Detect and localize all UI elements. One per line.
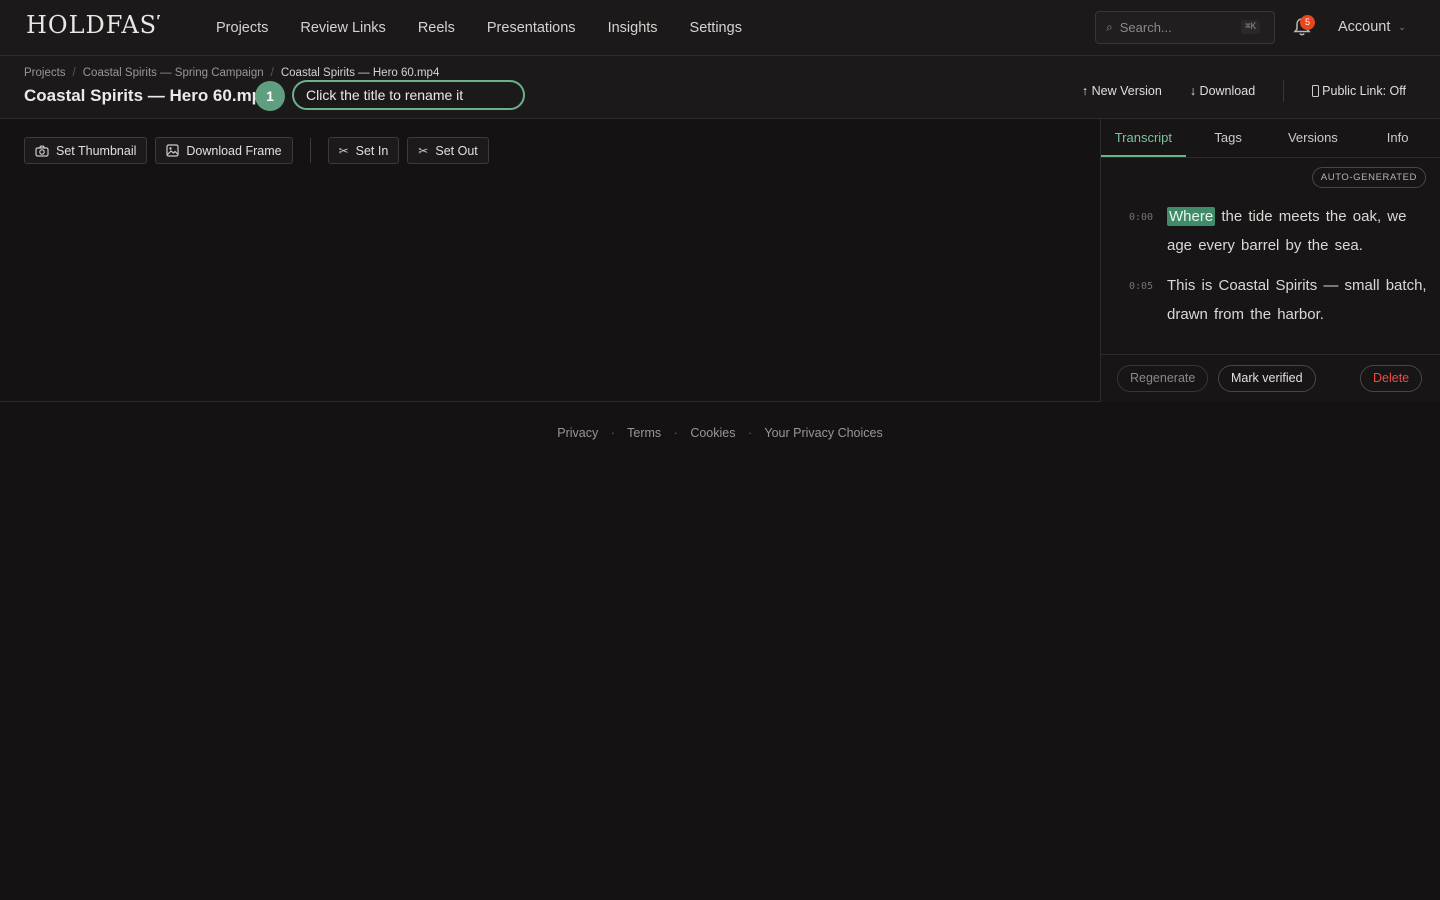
chevron-down-icon: ⌄: [1398, 21, 1406, 32]
footer-link-privacy-choices[interactable]: Your Privacy Choices: [764, 426, 882, 440]
breadcrumb: Projects / Coastal Spirits — Spring Camp…: [24, 67, 439, 79]
tab-transcript[interactable]: Transcript: [1101, 119, 1186, 157]
scissors-icon: ✂: [418, 143, 429, 158]
transcript-list: 0:00 Where the tide meets the oak, we ag…: [1129, 202, 1429, 340]
breadcrumb-current: Coastal Spirits — Hero 60.mp4: [280, 67, 440, 79]
account-label: Account: [1338, 19, 1391, 35]
onboarding-hint: Click the title to rename it: [292, 80, 525, 110]
transcript-text: Where the tide meets the oak, we age eve…: [1167, 202, 1429, 260]
header-actions: ↑ New Version ↓ Download Public Link: Of…: [1082, 80, 1406, 102]
auto-generated-badge: AUTO-GENERATED: [1311, 167, 1426, 188]
footer-separator: ·: [610, 426, 615, 440]
regenerate-button[interactable]: Regenerate: [1117, 365, 1209, 392]
logo-wordmark: HOLDFAST: [26, 11, 173, 39]
set-thumbnail-button[interactable]: Set Thumbnail: [24, 137, 148, 164]
svg-text:HOLDFAST: HOLDFAST: [26, 11, 160, 39]
onboarding-step-badge: 1: [255, 81, 285, 111]
panel-tabs: Transcript Tags Versions Info: [1101, 119, 1440, 158]
tab-versions[interactable]: Versions: [1271, 119, 1356, 157]
breadcrumb-projects[interactable]: Projects: [24, 67, 66, 79]
camera-icon: [35, 145, 49, 157]
asset-title[interactable]: Coastal Spirits — Hero 60.mp4: [24, 86, 272, 106]
main-nav: Projects Review Links Reels Presentation…: [216, 0, 742, 56]
asset-header: Projects / Coastal Spirits — Spring Camp…: [0, 56, 1440, 119]
set-out-label: Set Out: [435, 143, 478, 158]
public-link-toggle[interactable]: Public Link: Off: [1312, 84, 1406, 98]
search-icon: ⌕: [1106, 20, 1113, 34]
download-button[interactable]: ↓ Download: [1190, 84, 1255, 98]
breadcrumb-project[interactable]: Coastal Spirits — Spring Campaign: [83, 67, 264, 79]
transcript-actions: Regenerate Mark verified Delete: [1101, 354, 1440, 402]
set-in-label: Set In: [355, 143, 389, 158]
tab-info[interactable]: Info: [1355, 119, 1440, 157]
footer: Privacy · Terms · Cookies · Your Privacy…: [0, 426, 1440, 440]
footer-link-cookies[interactable]: Cookies: [690, 426, 735, 440]
transcript-timestamp[interactable]: 0:00: [1129, 202, 1167, 260]
footer-separator: ·: [747, 426, 753, 440]
frame-toolbar: Set Thumbnail Download Frame ✂ Set In ✂ …: [24, 137, 489, 164]
toolbar-divider: [309, 138, 311, 163]
mark-verified-button[interactable]: Mark verified: [1218, 365, 1316, 392]
set-thumbnail-label: Set Thumbnail: [56, 143, 137, 158]
breadcrumb-separator: /: [270, 67, 274, 79]
brand-logo[interactable]: HOLDFAST: [26, 10, 173, 40]
footer-link-terms[interactable]: Terms: [627, 426, 661, 440]
footer-separator: ·: [673, 426, 678, 440]
account-menu[interactable]: Account ⌄: [1338, 19, 1406, 35]
nav-item-presentations[interactable]: Presentations: [487, 20, 576, 36]
divider: [1283, 80, 1285, 102]
image-icon: [166, 144, 179, 157]
search-shortcut-hint: ⌘K: [1241, 20, 1260, 34]
transcript-line[interactable]: 0:05 This is Coastal Spirits — small bat…: [1129, 271, 1429, 329]
footer-link-privacy[interactable]: Privacy: [557, 426, 598, 440]
nav-item-settings[interactable]: Settings: [690, 20, 742, 36]
nav-item-review-links[interactable]: Review Links: [300, 20, 385, 36]
new-version-button[interactable]: ↑ New Version: [1082, 84, 1162, 98]
transcript-text: This is Coastal Spirits — small batch, d…: [1167, 277, 1427, 323]
public-link-label: Public Link: Off: [1322, 84, 1406, 98]
notification-count-badge: 5: [1300, 15, 1315, 30]
top-navbar: HOLDFAST Projects Review Links Reels Pre…: [0, 0, 1440, 56]
tab-tags[interactable]: Tags: [1186, 119, 1271, 157]
current-word-highlight: Where: [1167, 207, 1216, 226]
delete-button[interactable]: Delete: [1360, 365, 1423, 392]
search-input[interactable]: [1119, 20, 1230, 35]
set-in-button[interactable]: ✂ Set In: [327, 137, 400, 164]
scissors-icon: ✂: [338, 143, 349, 158]
side-panel: Transcript Tags Versions Info AUTO-GENER…: [1100, 119, 1440, 402]
nav-item-reels[interactable]: Reels: [418, 20, 455, 36]
breadcrumb-separator: /: [72, 67, 76, 79]
transcript-timestamp[interactable]: 0:05: [1129, 271, 1167, 329]
download-frame-label: Download Frame: [186, 143, 282, 158]
download-frame-button[interactable]: Download Frame: [155, 137, 293, 164]
set-out-button[interactable]: ✂ Set Out: [407, 137, 489, 164]
transcript-line[interactable]: 0:00 Where the tide meets the oak, we ag…: [1129, 202, 1429, 260]
nav-item-projects[interactable]: Projects: [216, 20, 268, 36]
link-icon: [1312, 85, 1320, 97]
nav-item-insights[interactable]: Insights: [608, 20, 658, 36]
search-box[interactable]: ⌕ ⌘K: [1095, 11, 1275, 44]
